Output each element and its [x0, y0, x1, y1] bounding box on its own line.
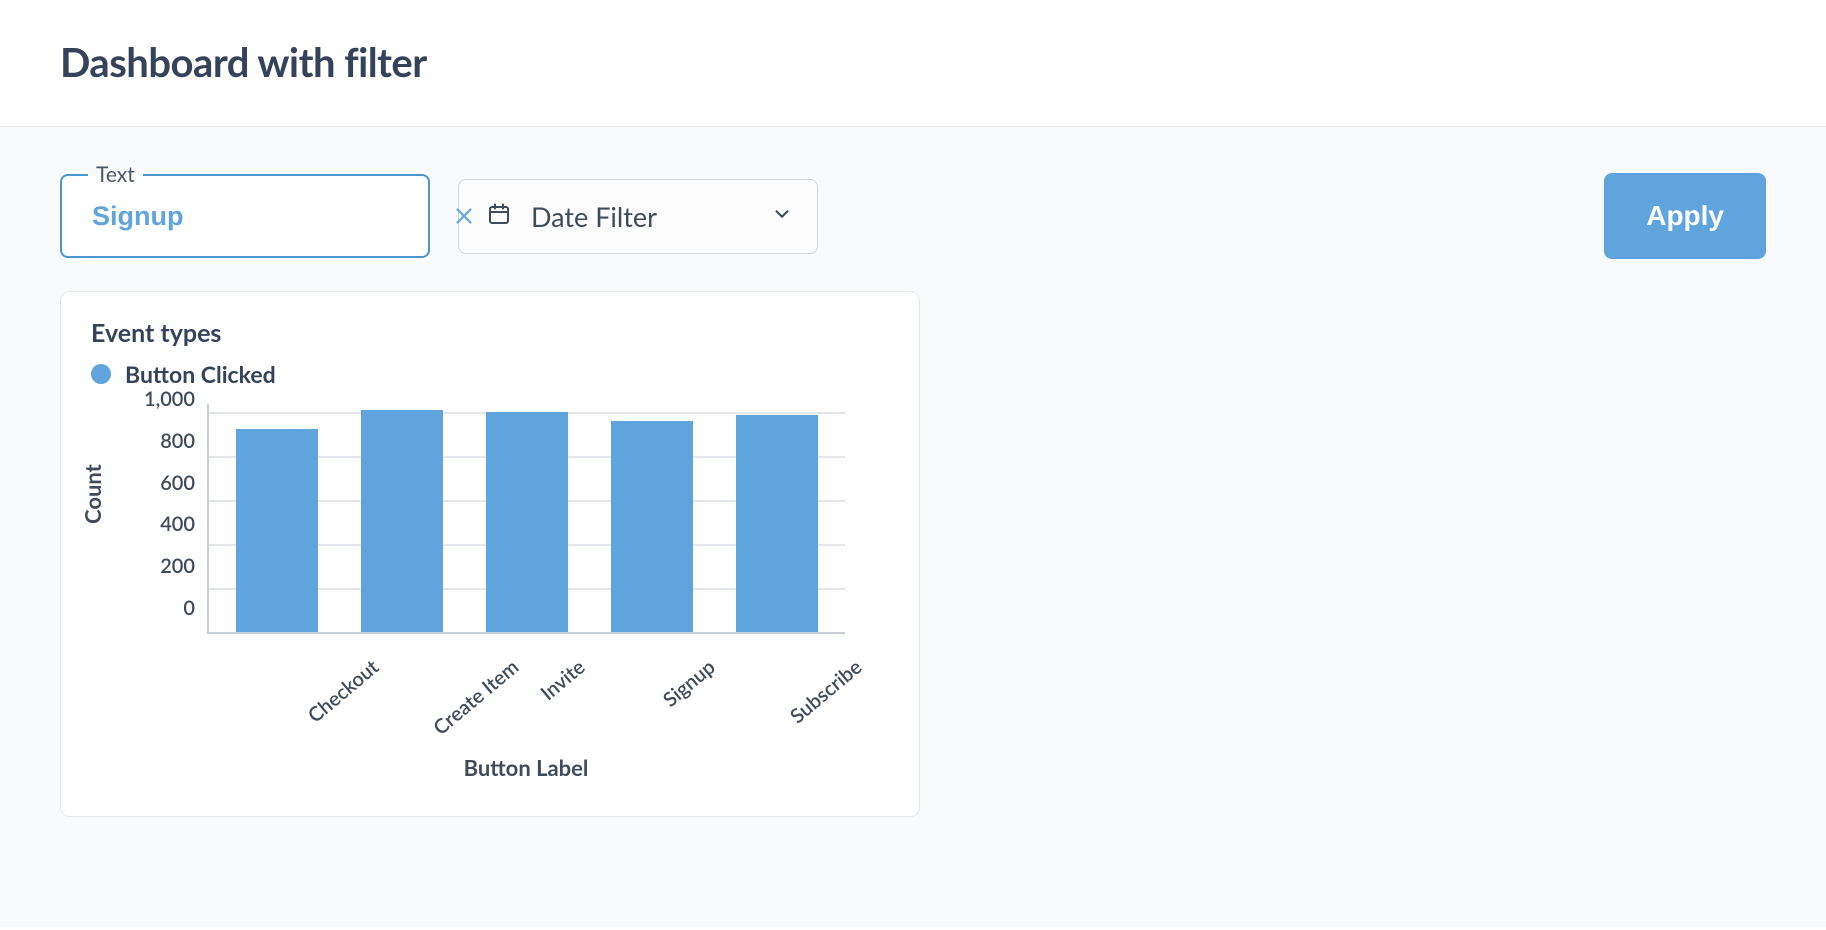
bar — [486, 412, 568, 632]
y-tick-label: 1,000 — [85, 387, 195, 411]
calendar-icon — [487, 202, 511, 230]
plot-area — [207, 404, 845, 634]
y-tick-label: 600 — [85, 471, 195, 495]
bar — [236, 429, 318, 632]
chart-card: Event types Button Clicked Count 0200400… — [60, 291, 920, 817]
x-tick-label: Signup — [659, 655, 720, 712]
x-axis-ticks: CheckoutCreate ItemInviteSignupSubscribe — [207, 638, 845, 738]
y-tick-label: 200 — [85, 554, 195, 578]
x-tick: Create Item — [353, 638, 459, 738]
apply-button[interactable]: Apply — [1604, 173, 1766, 259]
legend-dot-icon — [91, 364, 111, 384]
y-axis-ticks: 02004006008001,000 — [85, 402, 199, 632]
bar — [611, 421, 693, 632]
x-tick-label: Subscribe — [785, 655, 866, 729]
close-icon — [455, 207, 473, 225]
content-area: Text Date Filter — [0, 127, 1826, 927]
bar — [736, 415, 818, 632]
x-tick-label: Invite — [536, 655, 590, 705]
page-header: Dashboard with filter — [0, 0, 1826, 127]
page-title: Dashboard with filter — [60, 38, 1766, 86]
filter-bar: Text Date Filter — [60, 127, 1766, 259]
x-tick: Checkout — [232, 638, 338, 738]
text-filter-input[interactable] — [90, 200, 455, 233]
card-title: Event types — [91, 318, 895, 348]
legend-label: Button Clicked — [125, 360, 276, 388]
x-tick: Subscribe — [714, 638, 820, 738]
chart-legend: Button Clicked — [91, 360, 895, 388]
y-tick-label: 800 — [85, 429, 195, 453]
bar — [361, 410, 443, 632]
x-tick: Invite — [473, 638, 579, 738]
x-tick: Signup — [593, 638, 699, 738]
x-axis-label: Button Label — [207, 754, 845, 781]
bar-chart: Count 02004006008001,000 CheckoutCreate … — [85, 404, 895, 794]
y-tick-label: 400 — [85, 512, 195, 536]
date-filter[interactable]: Date Filter — [458, 179, 818, 254]
text-filter[interactable]: Text — [60, 174, 430, 258]
y-tick-label: 0 — [85, 596, 195, 620]
text-filter-label: Text — [88, 162, 143, 187]
date-filter-label: Date Filter — [531, 200, 751, 233]
clear-text-button[interactable] — [455, 202, 473, 230]
chevron-down-icon — [771, 203, 793, 229]
